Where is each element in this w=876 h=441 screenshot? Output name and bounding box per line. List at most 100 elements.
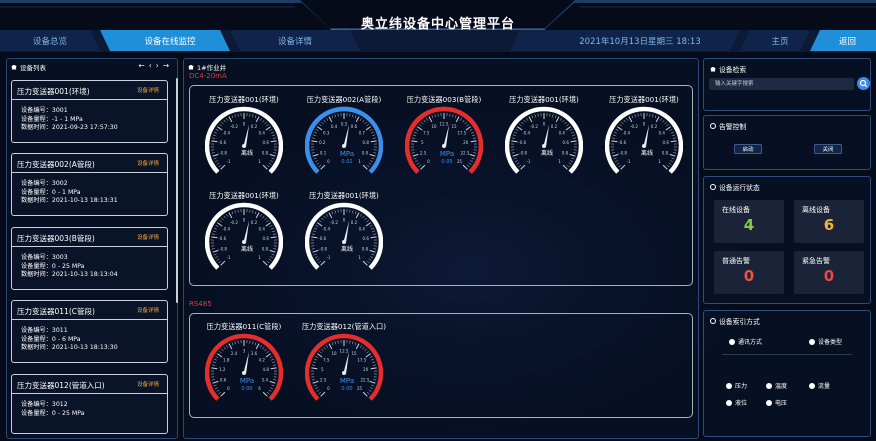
pressure-gauge[interactable]: 压力变送器012(管道入口) 0 2.5 5 7.5 10 12.5 15 17.5 20 22.5…: [300, 322, 388, 412]
gauge-tick: [320, 260, 326, 266]
gauge-tick: [311, 137, 316, 139]
pressure-gauge[interactable]: 压力变送器001(环境) -1 -0.8 -0.6 -0.4 -0.2 0 0.2 0.4 0.6…: [500, 95, 588, 185]
type-voltage[interactable]: 电压: [766, 398, 787, 407]
alarm-on-button[interactable]: 启动: [734, 144, 762, 154]
search-icon[interactable]: [857, 77, 870, 90]
gauge-tick: [373, 248, 377, 250]
gauge-tick: [264, 121, 267, 125]
gauge-tick-label: 0.1: [320, 150, 327, 155]
search-input[interactable]: 输入关键字搜索: [709, 78, 854, 90]
gauge-tick: [362, 346, 365, 350]
gauge-tick: [272, 230, 276, 233]
gauge-tick: [655, 116, 660, 123]
index-by-comm[interactable]: 通讯方式: [729, 337, 762, 346]
gauge-tick: [311, 233, 316, 235]
gauge-tick-label: 0.2: [251, 220, 258, 225]
pressure-gauge[interactable]: 压力变送器001(环境) -1 -0.8 -0.6 -0.4 -0.2 0 0.2 0.4 0.6…: [300, 191, 388, 281]
device-detail-link[interactable]: 设备详情: [137, 233, 159, 241]
gauge-name: 压力变送器001(环境): [309, 191, 379, 200]
device-card[interactable]: 压力变送器003(B管段) 设备详情 设备编号：3003 设备量程：0 - 25 MP…: [11, 227, 168, 290]
gauge-tick-label: -0.8: [519, 150, 527, 155]
pressure-gauge[interactable]: 压力变送器001(环境) -1 -0.8 -0.6 -0.4 -0.2 0 0.2 0.4 0.6…: [200, 95, 288, 185]
device-detail-link[interactable]: 设备详情: [137, 86, 159, 94]
gauge-hub: [542, 144, 546, 148]
gauge-tick: [349, 209, 351, 213]
gauge-tick: [618, 164, 622, 168]
gauge-tick: [570, 140, 577, 143]
last-page-icon[interactable]: →: [163, 61, 169, 70]
device-card[interactable]: 压力变送器011(C管段) 设备详情 设备编号：3011 设备量程：0 - 6 MPa…: [11, 300, 168, 363]
device-detail-link[interactable]: 设备详情: [137, 380, 159, 388]
pressure-gauge[interactable]: 压力变送器011(C管段) 0 0.6 1.2 1.8 2.4 3 3.6 4.2 4.8 5.4 6…: [200, 322, 288, 412]
gauge-tick: [637, 113, 639, 117]
tab-device-detail[interactable]: 设备详情: [255, 33, 335, 51]
gauge-tick: [466, 164, 470, 168]
type-level[interactable]: 液位: [726, 398, 747, 407]
gauge-tick: [254, 342, 257, 346]
next-page-icon[interactable]: ›: [156, 61, 159, 70]
gauge-tick: [331, 115, 334, 119]
device-card[interactable]: 压力变送器001(环境) 设备详情 设备编号：3001 设备量程：-1 - 1 MPa…: [11, 80, 168, 143]
gauge-tick: [355, 116, 360, 123]
gauge-tick: [271, 157, 275, 160]
device-card[interactable]: 压力变送器012(管道入口) 设备详情 设备编号：3012 设备量程：0 - 25 M…: [11, 374, 168, 434]
gauge-dial: -1 -0.8 -0.6 -0.4-0.2 0 0.20.4 0.6 0.81 离线: [305, 202, 383, 270]
back-button[interactable]: 返回: [825, 33, 870, 51]
gauge-tick-label: 15: [451, 124, 457, 129]
gauge-tick-label: 0.7: [359, 131, 366, 136]
gauge-tick: [362, 391, 368, 397]
radio-icon: [809, 338, 815, 345]
prev-page-icon[interactable]: ‹: [149, 61, 152, 70]
gauge-tick: [562, 164, 568, 170]
type-temperature[interactable]: 温度: [766, 381, 787, 390]
gauge-tick: [366, 391, 370, 395]
device-list-title: 设备列表: [20, 64, 46, 72]
type-flow[interactable]: 流量: [809, 381, 830, 390]
gauge-tick: [666, 123, 669, 127]
gauge-tick: [528, 116, 533, 123]
gauge-tick: [365, 222, 371, 227]
alarm-off-button[interactable]: 关闭: [814, 144, 842, 154]
gauge-tick-label: 0.8: [262, 150, 269, 155]
type-label: 温度: [775, 383, 788, 390]
gauge-tick-label: -0.8: [619, 150, 627, 155]
gauge-tick: [318, 164, 322, 168]
gauge-tick: [311, 379, 315, 381]
gauge-tick-label: 0.9: [362, 150, 369, 155]
gauge-tick-label: 7.5: [323, 358, 330, 363]
device-card[interactable]: 压力变送器002(A管段) 设备详情 设备编号：3002 设备量程：0 - 1 MPa…: [11, 153, 168, 216]
gauge-tick: [212, 361, 216, 364]
type-pressure[interactable]: 压力: [726, 381, 747, 390]
pressure-gauge[interactable]: 压力变送器001(环境) -1 -0.8 -0.6 -0.4 -0.2 0 0.2 0.4 0.6…: [200, 191, 288, 281]
scrollbar[interactable]: [176, 78, 178, 303]
device-detail-link[interactable]: 设备详情: [137, 159, 159, 167]
gauge-tick: [218, 391, 222, 395]
device-detail-link[interactable]: 设备详情: [137, 306, 159, 314]
gauge-tick-label: -0.2: [330, 220, 338, 225]
gauge-tick: [271, 253, 275, 256]
gauge-tick: [259, 118, 262, 121]
pressure-gauge[interactable]: 压力变送器001(环境) -1 -0.8 -0.6 -0.4 -0.2 0 0.2 0.4 0.6…: [600, 95, 688, 185]
gauge-tick: [268, 162, 272, 165]
gauge-tick: [321, 121, 324, 125]
section-rs485: RS485: [189, 300, 212, 308]
pressure-gauge[interactable]: 压力变送器002(A管段) 0 0.1 0.2 0.3 0.4 0.5 0.6 0.7 0.8 0.…: [300, 95, 388, 185]
pressure-gauge[interactable]: 压力变送器003(B管段) 0 2.5 5 7.5 10 12.5 15 17.5 20 22.5 2…: [400, 95, 488, 185]
gauge-tick-label: -1: [526, 159, 530, 164]
gauge-tick: [473, 152, 477, 154]
gauge-tick: [428, 116, 433, 123]
gauge-tick: [670, 140, 677, 143]
first-page-icon[interactable]: ←: [138, 61, 144, 70]
gauge-tick: [614, 131, 617, 134]
tab-overview[interactable]: 设备总览: [20, 33, 80, 51]
home-button[interactable]: 主页: [760, 33, 800, 51]
index-by-type[interactable]: 设备类型: [809, 337, 842, 346]
gauge-tick-label: 2.4: [231, 351, 238, 356]
gauge-tick: [264, 348, 267, 352]
gauge-tick-label: 22.5: [460, 150, 469, 155]
gauge-tick-label: -0.2: [530, 124, 538, 129]
divider: [12, 172, 167, 173]
tab-online-monitor[interactable]: 设备在线监控: [120, 33, 220, 51]
gauge-tick: [566, 164, 570, 168]
gauge-tick: [662, 164, 668, 170]
